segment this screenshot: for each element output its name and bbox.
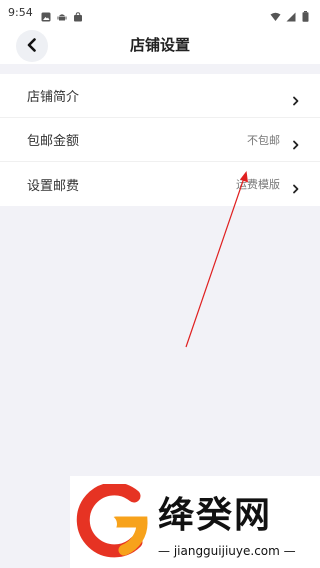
watermark: 绛癸网 — jiangguijiuye.com —	[70, 476, 320, 568]
battery-icon	[302, 7, 312, 22]
settings-row-shipping-fee[interactable]: 设置邮费 运费模版	[0, 162, 320, 206]
wifi-icon	[270, 7, 281, 21]
row-label: 店铺简介	[27, 90, 80, 105]
nav-bar: 店铺设置	[0, 24, 320, 64]
status-bar: 9:54	[0, 0, 320, 24]
android-icon	[57, 7, 67, 21]
settings-row-free-shipping[interactable]: 包邮金额 不包邮	[0, 118, 320, 162]
signal-icon	[286, 7, 296, 22]
row-value: 不包邮	[247, 133, 280, 147]
bag-icon	[73, 7, 83, 22]
page-title: 店铺设置	[129, 36, 190, 54]
row-label: 包邮金额	[27, 134, 80, 149]
settings-row-store-intro[interactable]: 店铺简介	[0, 74, 320, 118]
watermark-title: 绛癸网	[158, 495, 273, 536]
status-time: 9:54	[8, 5, 33, 19]
status-icons-left	[41, 7, 83, 22]
chevron-right-icon	[292, 91, 300, 105]
photo-icon	[41, 7, 51, 22]
watermark-logo-icon	[76, 482, 150, 558]
watermark-subtitle: — jiangguijiuye.com —	[158, 544, 296, 558]
settings-list: 店铺简介 包邮金额 不包邮 设置邮费 运费模版	[0, 74, 320, 206]
chevron-right-icon	[292, 179, 300, 194]
row-label: 设置邮费	[27, 178, 80, 194]
row-value: 运费模版	[236, 178, 280, 191]
chevron-right-icon	[292, 135, 300, 149]
status-icons-right	[270, 7, 312, 22]
